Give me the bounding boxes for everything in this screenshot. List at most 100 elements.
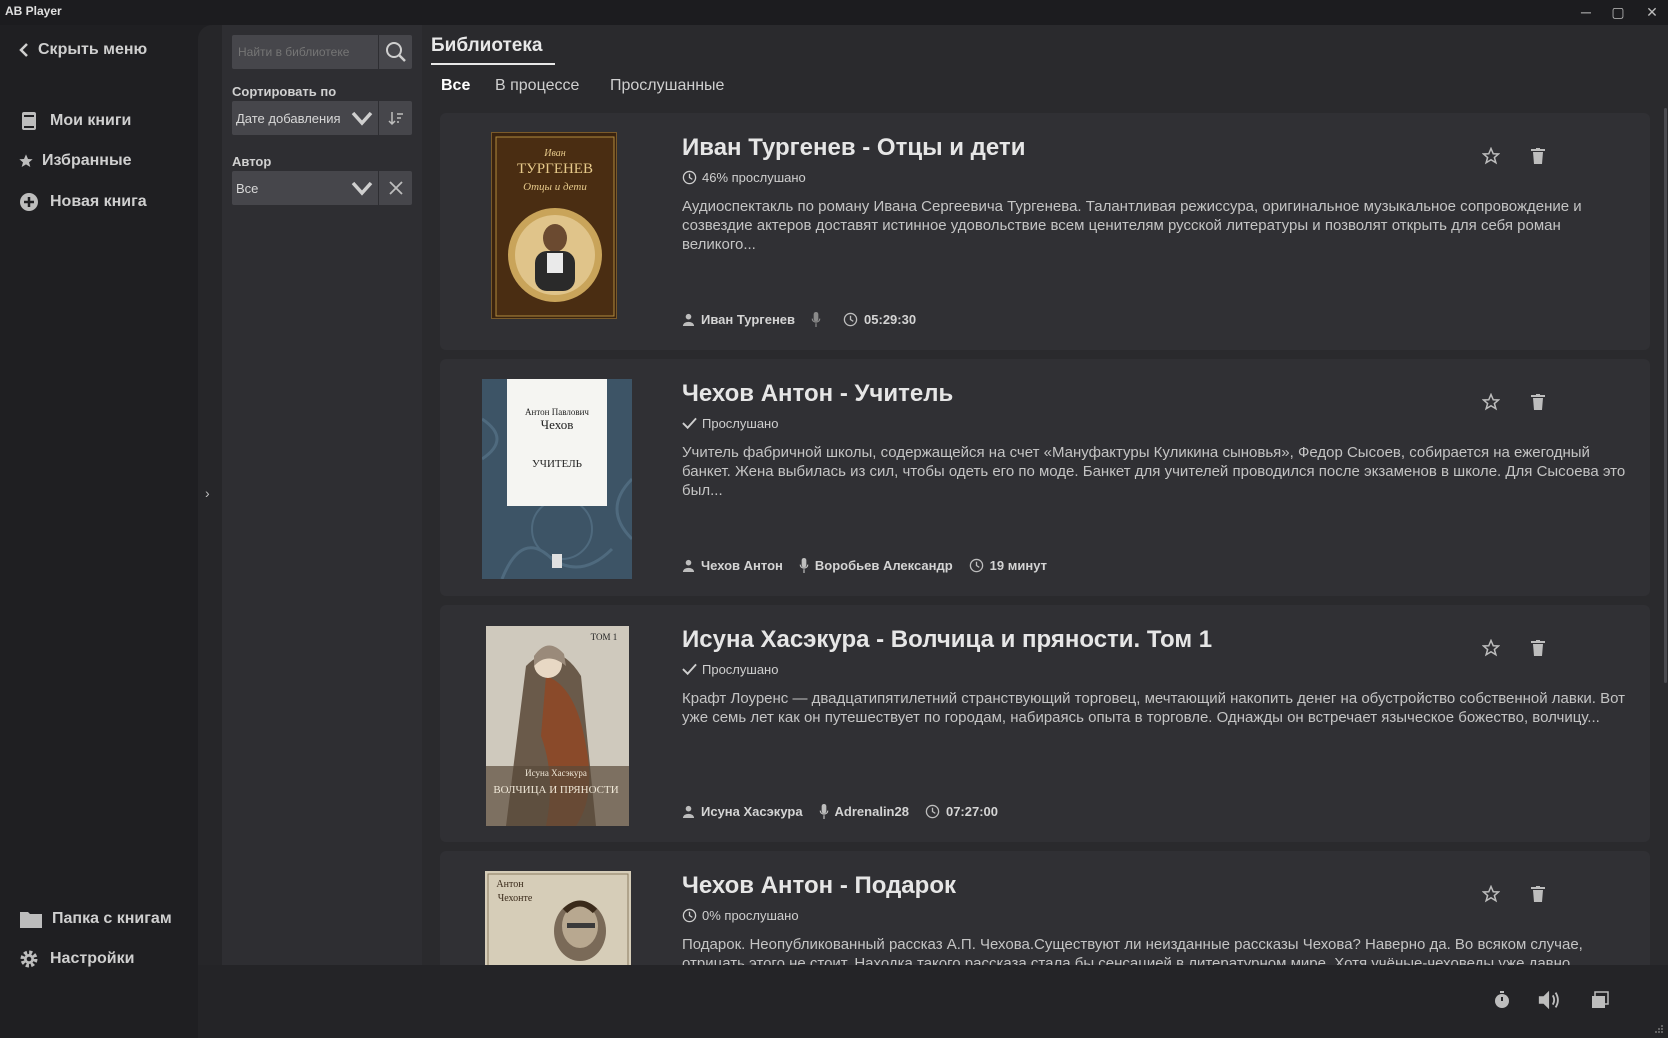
search-box <box>232 35 412 69</box>
sort-label: Сортировать по <box>232 84 337 99</box>
book-title[interactable]: Иван Тургенев - Отцы и дети <box>682 134 1025 162</box>
sort-value: Дате добавления <box>236 111 341 126</box>
minimize-button[interactable]: ─ <box>1574 2 1598 22</box>
clear-author-button[interactable] <box>378 171 412 205</box>
tab-in-progress[interactable]: В процессе <box>495 77 579 95</box>
book-status: 0% прослушано <box>682 908 799 923</box>
gear-icon <box>18 949 40 969</box>
book-icon <box>18 111 40 131</box>
sidebar-item-my-books[interactable]: Мои книги <box>18 107 131 135</box>
book-title[interactable]: Чехов Антон - Подарок <box>682 872 956 900</box>
delete-button[interactable] <box>1527 883 1549 905</box>
favorite-button[interactable] <box>1480 145 1502 167</box>
clock-icon <box>682 170 697 185</box>
trash-icon <box>1531 148 1545 164</box>
sort-order-button[interactable] <box>378 101 412 135</box>
sidebar-item-new-book[interactable]: Новая книга <box>18 188 147 216</box>
book-author: Чехов Антон <box>682 558 783 573</box>
check-icon <box>682 663 697 676</box>
close-window-button[interactable]: ✕ <box>1640 2 1664 22</box>
person-icon <box>682 559 695 572</box>
book-cover: Антон Чехонте <box>485 871 631 965</box>
search-input[interactable] <box>232 35 379 69</box>
favorite-button[interactable] <box>1480 883 1502 905</box>
book-title[interactable]: Чехов Антон - Учитель <box>682 380 953 408</box>
scrollbar-thumb[interactable] <box>1664 108 1667 683</box>
author-label: Автор <box>232 154 272 169</box>
author-select[interactable]: Все <box>232 171 412 205</box>
book-duration: 19 минут <box>969 558 1047 573</box>
book-title[interactable]: Исуна Хасэкура - Волчица и пряности. Том… <box>682 626 1212 654</box>
sidebar-item-books-folder[interactable]: Папка с книгам <box>18 905 172 933</box>
tab-all[interactable]: Все <box>441 77 470 95</box>
person-icon <box>682 805 695 818</box>
cover-author-last: Чехонте <box>498 893 533 904</box>
book-reader <box>811 312 827 327</box>
sort-order-icon <box>387 112 403 126</box>
book-status-text: Прослушано <box>702 416 779 431</box>
volume-button[interactable] <box>1537 987 1563 1013</box>
trash-icon <box>1531 640 1545 656</box>
scrollbar[interactable] <box>1664 108 1668 938</box>
book-card[interactable]: ТОМ 1 Исуна Хасэкура ВОЛЧИЦА И ПРЯНОСТИ … <box>440 605 1650 842</box>
delete-button[interactable] <box>1527 145 1549 167</box>
favorite-button[interactable] <box>1480 391 1502 413</box>
sidebar-item-favorites[interactable]: Избранные <box>18 147 132 175</box>
maximize-button[interactable]: ▢ <box>1606 2 1630 22</box>
check-icon <box>682 417 697 430</box>
library-main: Библиотека Все В процессе Прослушанные И… <box>422 25 1668 965</box>
search-button[interactable] <box>378 35 412 69</box>
author-value: Все <box>236 181 259 196</box>
sidebar-item-settings[interactable]: Настройки <box>18 945 134 973</box>
sleep-timer-button[interactable] <box>1489 987 1515 1013</box>
sidebar-item-label: Настройки <box>50 950 135 967</box>
sort-select[interactable]: Дате добавления <box>232 101 412 135</box>
cover-volume: ТОМ 1 <box>591 632 618 642</box>
clock-icon <box>925 804 940 819</box>
close-icon <box>388 181 403 195</box>
tab-listened[interactable]: Прослушанные <box>610 77 724 95</box>
book-status-text: Прослушано <box>702 662 779 677</box>
microphone-icon <box>799 558 809 573</box>
mini-player-button[interactable] <box>1587 987 1613 1013</box>
book-description: Крафт Лоуренс — двадцатипятилетний стран… <box>682 690 1626 726</box>
book-card[interactable]: Иван ТУРГЕНЕВ Отцы и дети Иван Тургенев … <box>440 113 1650 350</box>
book-status-text: 46% прослушано <box>702 170 806 185</box>
book-author-text: Чехов Антон <box>701 558 783 573</box>
delete-button[interactable] <box>1527 391 1549 413</box>
clock-icon <box>969 558 984 573</box>
book-duration: 07:27:00 <box>925 804 998 819</box>
cover-title: ВОЛЧИЦА И ПРЯНОСТИ <box>493 784 618 796</box>
book-card[interactable]: Антон Чехонте Чехов Антон - Подарок 0% п… <box>440 851 1650 965</box>
hide-menu-label: Скрыть меню <box>38 41 148 58</box>
book-duration-text: 05:29:30 <box>864 312 917 327</box>
book-card[interactable]: Антон Павлович Чехов УЧИТЕЛЬ Чехов Антон… <box>440 359 1650 596</box>
favorite-button[interactable] <box>1480 637 1502 659</box>
microphone-icon <box>819 804 829 819</box>
book-duration: 05:29:30 <box>843 312 916 327</box>
sidebar: Скрыть меню Мои книги Избранные Новая кн… <box>0 25 198 1038</box>
expand-panel-handle[interactable]: › <box>205 485 210 501</box>
book-reader-text: Adrenalin28 <box>834 804 909 819</box>
clock-icon <box>682 908 697 923</box>
cover-author-first: Антон Павлович <box>525 407 589 417</box>
sidebar-item-label: Избранные <box>42 152 132 169</box>
hide-menu-button[interactable]: Скрыть меню <box>18 36 147 64</box>
cover-author-last: Чехов <box>541 417 574 432</box>
star-outline-icon <box>1482 885 1500 903</box>
book-description: Учитель фабричной школы, содержащейся на… <box>682 444 1626 499</box>
star-outline-icon <box>1482 147 1500 165</box>
microphone-icon <box>811 312 821 327</box>
player-bar <box>198 965 1668 1038</box>
book-duration-text: 07:27:00 <box>945 804 999 819</box>
star-outline-icon <box>1482 393 1500 411</box>
resize-grip-icon[interactable] <box>1654 1024 1664 1034</box>
book-cover: ТОМ 1 Исуна Хасэкура ВОЛЧИЦА И ПРЯНОСТИ <box>486 626 629 826</box>
delete-button[interactable] <box>1527 637 1549 659</box>
volume-icon <box>1538 990 1559 1010</box>
book-status: 46% прослушано <box>682 170 806 185</box>
search-icon <box>385 42 406 62</box>
book-cover: Иван ТУРГЕНЕВ Отцы и дети <box>491 132 617 319</box>
cover-author: Исуна Хасэкура <box>525 768 587 778</box>
folder-icon <box>18 909 44 929</box>
